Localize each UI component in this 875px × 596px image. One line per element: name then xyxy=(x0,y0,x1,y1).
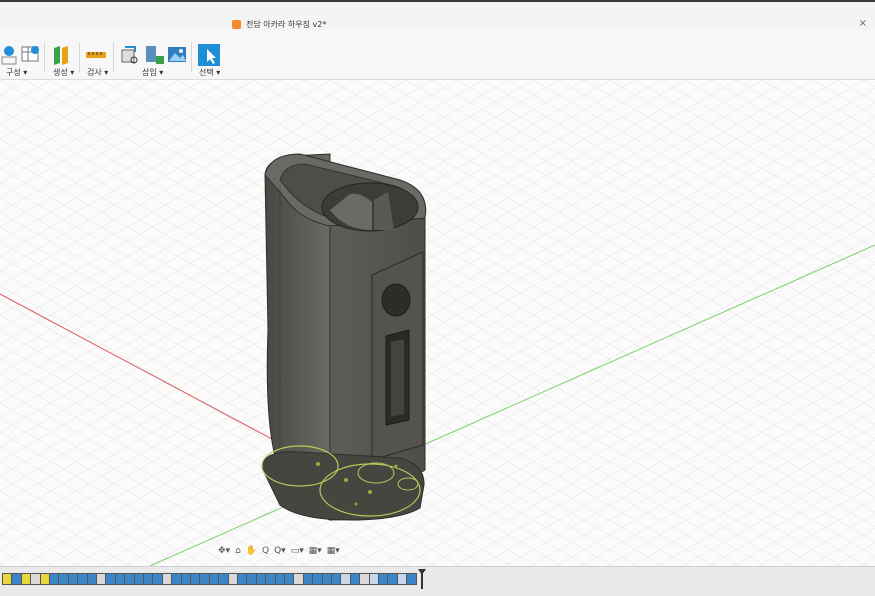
close-tab-button[interactable]: × xyxy=(859,18,867,29)
navigation-bar: ✥▾ ⌂ ✋ Q Q▾ ▭▾ ▦▾ ▦▾ xyxy=(218,546,340,556)
measure-icon[interactable] xyxy=(85,44,107,66)
document-title: 전담 아카라 하우징 v2* xyxy=(246,19,327,29)
timeline-feature-icon[interactable] xyxy=(406,573,418,585)
display-settings-icon[interactable]: ▭▾ xyxy=(291,546,304,556)
inspect-menu[interactable]: 검사 ▾ xyxy=(87,67,108,78)
grid-settings-icon[interactable]: ▦▾ xyxy=(309,546,322,556)
ribbon-toolbar: 구성 ▾ 생성 ▾ 검사 ▾ 삽입 ▾ 선택 ▾ xyxy=(0,30,875,80)
grid-lines-b xyxy=(0,80,875,566)
zoom-icon[interactable]: Q xyxy=(262,546,269,556)
insert-mesh-icon[interactable] xyxy=(143,44,165,66)
parameter-icon[interactable] xyxy=(0,44,22,66)
grid-canvas xyxy=(0,80,875,566)
configure-menu[interactable]: 구성 ▾ xyxy=(6,67,27,78)
select-menu[interactable]: 선택 ▾ xyxy=(199,67,220,78)
3d-viewport[interactable] xyxy=(0,80,875,566)
insert-derive-icon[interactable] xyxy=(119,44,141,66)
design-timeline xyxy=(0,566,875,596)
insert-canvas-image-icon[interactable] xyxy=(166,44,188,66)
table-parameter-icon[interactable] xyxy=(20,44,42,66)
zoom-window-icon[interactable]: Q▾ xyxy=(274,546,286,556)
home-view-icon[interactable]: ⌂ xyxy=(235,546,241,556)
pan-icon[interactable]: ✋ xyxy=(246,546,257,556)
orbit-icon[interactable]: ✥▾ xyxy=(218,546,230,556)
viewports-icon[interactable]: ▦▾ xyxy=(327,546,340,556)
select-icon[interactable] xyxy=(198,44,220,66)
document-cube-icon xyxy=(232,19,241,29)
toolbar-divider xyxy=(44,42,45,72)
create-menu[interactable]: 생성 ▾ xyxy=(53,67,74,78)
housing-model[interactable] xyxy=(261,153,427,521)
toolbar-divider xyxy=(79,42,80,72)
toolbar-divider xyxy=(113,42,114,72)
timeline-marker-stem xyxy=(420,573,423,589)
insert-menu[interactable]: 삽입 ▾ xyxy=(142,67,163,78)
create-sketch-icon[interactable] xyxy=(51,44,73,66)
title-bar: 전담 아카라 하우징 v2* × xyxy=(0,0,875,30)
toolbar-divider xyxy=(191,42,192,72)
